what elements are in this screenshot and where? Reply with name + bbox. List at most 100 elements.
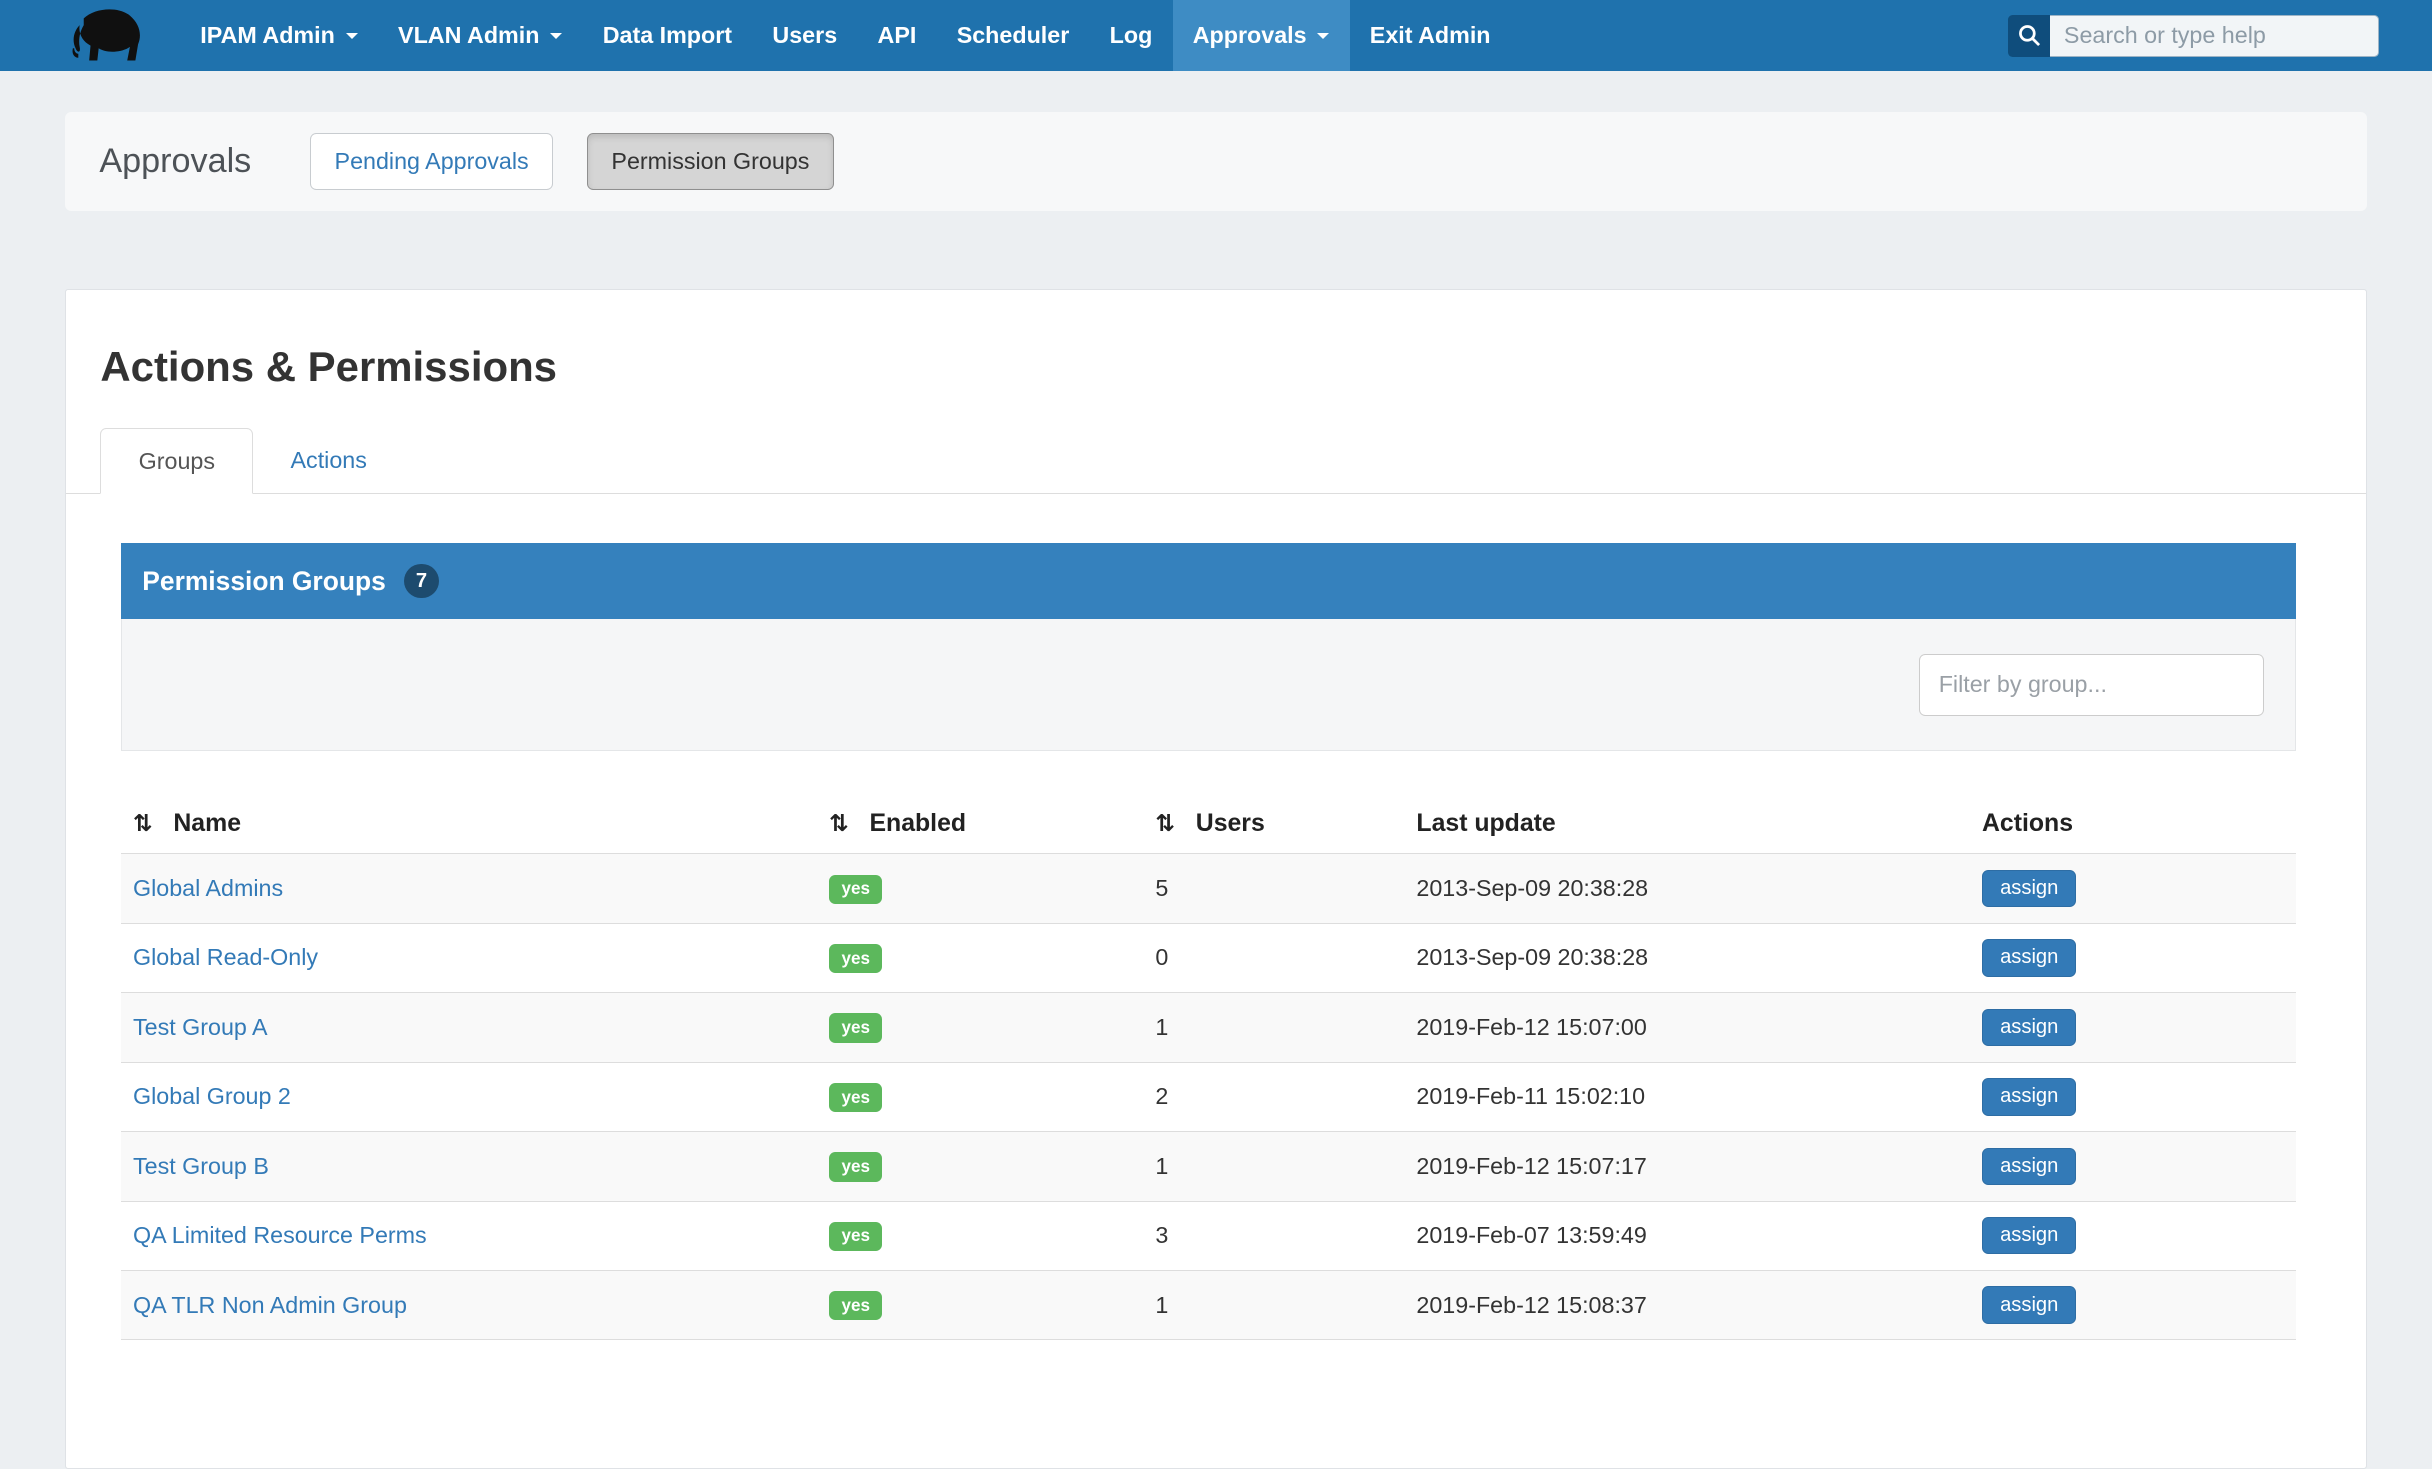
enabled-badge: yes (829, 875, 882, 904)
nav-item-label: Scheduler (957, 22, 1070, 49)
nav-item-label: Log (1110, 22, 1153, 49)
assign-button[interactable]: assign (1982, 939, 2076, 976)
panel-title: Actions & Permissions (100, 343, 2331, 391)
column-label: Name (173, 810, 241, 837)
table-row: Test Group A yes 1 2019-Feb-12 15:07:00 … (121, 993, 2296, 1062)
sort-icon[interactable]: ⇅ (1155, 810, 1175, 837)
page-content: Approvals Pending Approvals Permission G… (0, 71, 2432, 1469)
assign-button[interactable]: assign (1982, 1009, 2076, 1046)
nav-item-label: VLAN Admin (398, 22, 539, 49)
enabled-badge: yes (829, 1291, 882, 1320)
group-name-link[interactable]: QA TLR Non Admin Group (133, 1292, 407, 1318)
column-header-actions: Actions (1970, 794, 2296, 854)
group-name-link[interactable]: Test Group A (133, 1014, 268, 1040)
search-input[interactable] (2050, 15, 2379, 57)
nav-item-label: Exit Admin (1370, 22, 1491, 49)
nav-item-log[interactable]: Log (1089, 0, 1172, 71)
widget-toolbar (121, 619, 2296, 750)
caret-down-icon (346, 33, 358, 39)
table-row: Test Group B yes 1 2019-Feb-12 15:07:17 … (121, 1132, 2296, 1201)
assign-button[interactable]: assign (1982, 870, 2076, 907)
enabled-badge: yes (829, 1152, 882, 1181)
users-count: 1 (1143, 1132, 1404, 1201)
last-update: 2019-Feb-07 13:59:49 (1404, 1201, 1970, 1270)
column-header-enabled: ⇅ Enabled (817, 794, 1143, 854)
nav-item-label: Data Import (603, 22, 732, 49)
column-label: Actions (1982, 810, 2073, 837)
main-menu: IPAM Admin VLAN Admin Data Import Users … (180, 0, 1511, 71)
actions-permissions-panel: Actions & Permissions Groups Actions Per… (65, 289, 2367, 1469)
sort-icon[interactable]: ⇅ (133, 810, 153, 837)
assign-button[interactable]: assign (1982, 1286, 2076, 1323)
navbar-search (2008, 0, 2379, 71)
navbar: IPAM Admin VLAN Admin Data Import Users … (0, 0, 2432, 71)
nav-item-exit-admin[interactable]: Exit Admin (1350, 0, 1511, 71)
permission-groups-widget: Permission Groups 7 ⇅ Name ⇅ Enabled (121, 543, 2296, 1340)
filter-group-input[interactable] (1919, 654, 2264, 716)
approvals-header-bar: Approvals Pending Approvals Permission G… (65, 112, 2367, 211)
table-header-row: ⇅ Name ⇅ Enabled ⇅ Users Last update (121, 794, 2296, 854)
search-icon[interactable] (2008, 15, 2050, 57)
assign-button[interactable]: assign (1982, 1078, 2076, 1115)
nav-item-data-import[interactable]: Data Import (583, 0, 753, 71)
group-name-link[interactable]: Global Admins (133, 875, 283, 901)
group-count-badge: 7 (404, 564, 438, 598)
column-label: Users (1196, 810, 1265, 837)
nav-item-label: IPAM Admin (200, 22, 335, 49)
nav-item-label: Approvals (1193, 22, 1307, 49)
table-row: QA TLR Non Admin Group yes 1 2019-Feb-12… (121, 1270, 2296, 1339)
tab-bar: Groups Actions (66, 428, 2366, 494)
last-update: 2019-Feb-11 15:02:10 (1404, 1062, 1970, 1131)
last-update: 2019-Feb-12 15:07:00 (1404, 993, 1970, 1062)
assign-button[interactable]: assign (1982, 1217, 2076, 1254)
nav-item-label: API (878, 22, 917, 49)
column-header-name: ⇅ Name (121, 794, 817, 854)
nav-item-vlan-admin[interactable]: VLAN Admin (378, 0, 583, 71)
nav-item-ipam-admin[interactable]: IPAM Admin (180, 0, 378, 71)
table-row: Global Admins yes 5 2013-Sep-09 20:38:28… (121, 854, 2296, 923)
last-update: 2019-Feb-12 15:08:37 (1404, 1270, 1970, 1339)
caret-down-icon (1317, 33, 1329, 39)
table-row: Global Read-Only yes 0 2013-Sep-09 20:38… (121, 923, 2296, 992)
users-count: 1 (1143, 993, 1404, 1062)
column-header-users: ⇅ Users (1143, 794, 1404, 854)
permission-groups-button[interactable]: Permission Groups (587, 133, 834, 191)
phpipam-logo[interactable] (62, 0, 149, 71)
nav-item-approvals[interactable]: Approvals (1173, 0, 1350, 71)
column-label: Last update (1416, 810, 1555, 837)
table-row: Global Group 2 yes 2 2019-Feb-11 15:02:1… (121, 1062, 2296, 1131)
pending-approvals-button[interactable]: Pending Approvals (310, 133, 553, 191)
group-name-link[interactable]: Global Group 2 (133, 1083, 291, 1109)
permission-groups-widget-header: Permission Groups 7 (121, 543, 2296, 619)
enabled-badge: yes (829, 1013, 882, 1042)
last-update: 2019-Feb-12 15:07:17 (1404, 1132, 1970, 1201)
column-label: Enabled (869, 810, 966, 837)
nav-item-scheduler[interactable]: Scheduler (937, 0, 1090, 71)
enabled-badge: yes (829, 944, 882, 973)
mammoth-logo-icon (62, 5, 149, 67)
users-count: 3 (1143, 1201, 1404, 1270)
table-row: QA Limited Resource Perms yes 3 2019-Feb… (121, 1201, 2296, 1270)
last-update: 2013-Sep-09 20:38:28 (1404, 854, 1970, 923)
enabled-badge: yes (829, 1222, 882, 1251)
group-name-link[interactable]: QA Limited Resource Perms (133, 1222, 427, 1248)
assign-button[interactable]: assign (1982, 1148, 2076, 1185)
nav-item-users[interactable]: Users (752, 0, 857, 71)
tab-actions[interactable]: Actions (253, 428, 404, 492)
last-update: 2013-Sep-09 20:38:28 (1404, 923, 1970, 992)
magnifier-glyph (2017, 23, 2042, 48)
group-name-link[interactable]: Test Group B (133, 1153, 269, 1179)
column-header-last-update: Last update (1404, 794, 1970, 854)
users-count: 1 (1143, 1270, 1404, 1339)
nav-item-api[interactable]: API (857, 0, 936, 71)
sort-icon[interactable]: ⇅ (829, 810, 849, 837)
permission-groups-table: ⇅ Name ⇅ Enabled ⇅ Users Last update (121, 794, 2296, 1340)
users-count: 5 (1143, 854, 1404, 923)
tab-groups[interactable]: Groups (100, 428, 253, 494)
group-name-link[interactable]: Global Read-Only (133, 944, 318, 970)
users-count: 0 (1143, 923, 1404, 992)
page-title: Approvals (99, 142, 251, 181)
widget-title: Permission Groups (142, 566, 385, 597)
enabled-badge: yes (829, 1083, 882, 1112)
users-count: 2 (1143, 1062, 1404, 1131)
